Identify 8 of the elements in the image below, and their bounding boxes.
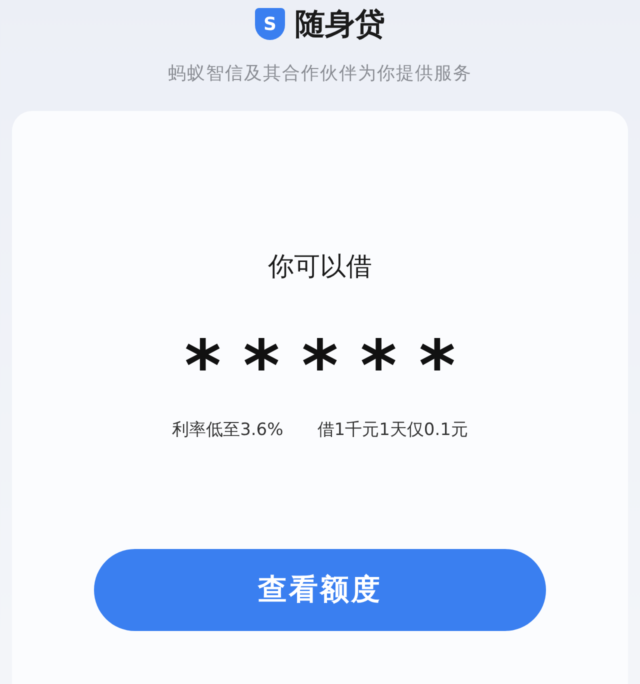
view-limit-button[interactable]: 查看额度 <box>94 549 546 631</box>
rate-info: 借1千元1天仅0.1元 <box>317 419 468 441</box>
subtitle: 蚂蚁智信及其合作伙伴为你提供服务 <box>168 62 472 85</box>
shield-logo-icon: S <box>255 8 285 40</box>
rate-info: 利率低至3.6% <box>172 419 284 441</box>
card-title: 你可以借 <box>268 251 372 284</box>
hidden-amount: ***** <box>183 324 478 376</box>
brand-name: 随身贷 <box>295 6 385 44</box>
